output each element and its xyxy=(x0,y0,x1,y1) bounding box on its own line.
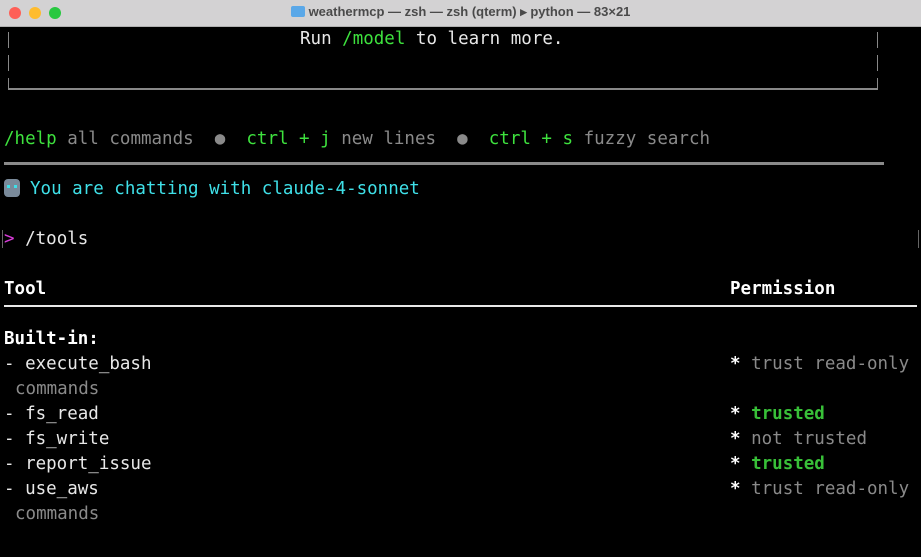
tool-name: - fs_write xyxy=(4,429,110,449)
window-title: weathermcp — zsh — zsh (qterm) ▸ python … xyxy=(0,4,921,20)
prompt-symbol: > xyxy=(4,229,15,249)
banner-text: Run /model to learn more. xyxy=(300,27,563,52)
bullet-icon: ● xyxy=(214,129,226,149)
tool-name: - report_issue xyxy=(4,454,152,474)
chat-status: You are chatting with claude-4-sonnet xyxy=(4,177,420,202)
star: * xyxy=(730,429,741,449)
section-builtin: Built-in: xyxy=(4,329,99,349)
separator xyxy=(4,162,884,165)
prompt-input[interactable]: /tools xyxy=(25,229,88,249)
permission-value: trusted xyxy=(751,454,825,474)
banner-run: Run xyxy=(300,29,332,49)
star: * xyxy=(730,454,741,474)
header-tool: Tool xyxy=(4,279,47,299)
star: * xyxy=(730,354,741,374)
bullet-icon: ● xyxy=(457,129,468,149)
ctrl-s-shortcut: ctrl + s xyxy=(488,129,574,149)
permission-value: trust read-only xyxy=(751,354,910,374)
tool-name: - execute_bash xyxy=(4,354,152,374)
window-titlebar: weathermcp — zsh — zsh (qterm) ▸ python … xyxy=(0,0,921,27)
star: * xyxy=(730,404,741,424)
model-command: /model xyxy=(342,29,406,49)
banner-rest: to learn more. xyxy=(415,29,564,49)
tool-name-continuation: commands xyxy=(15,504,100,524)
chat-message: You are chatting with claude-4-sonnet xyxy=(30,179,420,199)
tool-name: - use_aws xyxy=(4,479,99,499)
prompt-line[interactable]: > /tools xyxy=(4,227,88,252)
permission-value: not trusted xyxy=(751,429,867,449)
header-underline xyxy=(4,305,917,307)
tool-name-continuation: commands xyxy=(15,379,100,399)
ctrl-s-text: fuzzy search xyxy=(583,129,711,149)
robot-icon xyxy=(4,179,20,197)
ctrl-j-text: new lines xyxy=(341,129,437,149)
ctrl-j-shortcut: ctrl + j xyxy=(246,129,331,149)
folder-icon xyxy=(290,6,305,17)
header-permission: Permission xyxy=(730,279,836,299)
help-text: all commands xyxy=(67,129,194,149)
star: * xyxy=(730,479,741,499)
hints-bar: /help all commands ● ctrl + j new lines … xyxy=(4,127,710,152)
help-command: /help xyxy=(4,129,57,149)
permission-value: trusted xyxy=(751,404,825,424)
permission-value: trust read-only xyxy=(751,479,910,499)
tool-name: - fs_read xyxy=(4,404,99,424)
window-title-text: weathermcp — zsh — zsh (qterm) ▸ python … xyxy=(308,4,631,19)
